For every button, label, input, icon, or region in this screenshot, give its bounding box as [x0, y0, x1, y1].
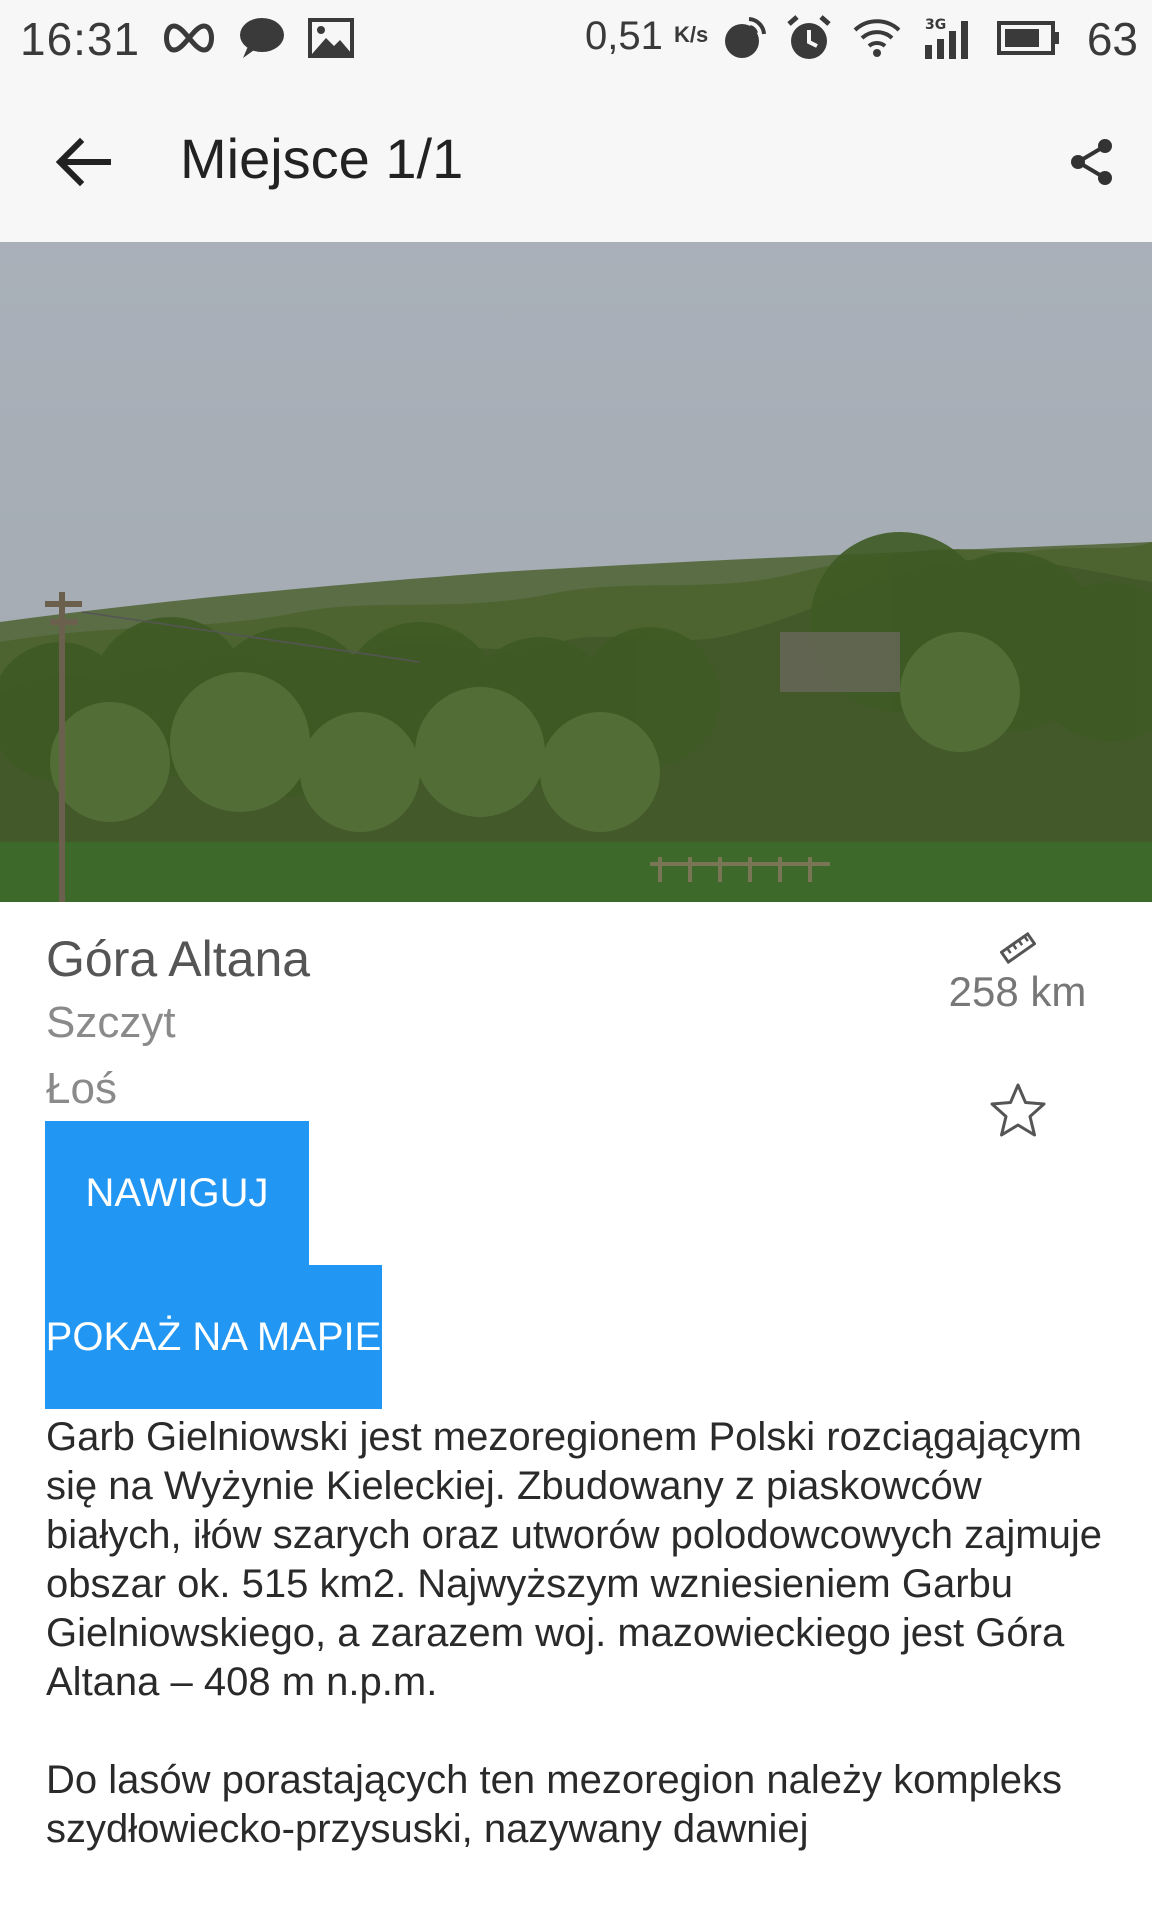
status-time: 16:31: [20, 13, 141, 65]
infinity-icon: [158, 12, 220, 64]
arrow-back-icon: [56, 137, 111, 187]
battery-icon: [996, 12, 1062, 64]
battery-level: 63: [1086, 13, 1138, 65]
alarm-icon: [784, 12, 834, 64]
app-bar: Miejsce 1/1: [0, 80, 1152, 242]
svg-text:3G: 3G: [925, 17, 946, 33]
place-description: Garb Gielniowski jest mezoregionem Polsk…: [46, 1415, 1102, 1851]
place-name: Góra Altana: [46, 931, 311, 987]
back-button[interactable]: [44, 122, 124, 202]
status-bar: 16:31 0,51 K/s 3G 63: [0, 0, 1152, 80]
favorite-button[interactable]: [986, 1078, 1050, 1142]
network-speed: 0,51: [585, 14, 663, 58]
place-type: Szczyt: [46, 998, 176, 1047]
share-icon: [1071, 139, 1112, 185]
star-outline-icon: [990, 1083, 1046, 1137]
signal-icon: 3G: [920, 12, 978, 64]
chat-bubble-icon: [236, 12, 286, 64]
image-icon: [306, 12, 356, 64]
page-title: Miejsce 1/1: [180, 127, 464, 190]
place-area: Łoś: [46, 1064, 117, 1113]
share-button[interactable]: [1052, 122, 1132, 202]
show-on-map-button[interactable]: POKAŻ NA MAPIE: [45, 1265, 382, 1409]
network-speed-unit: K/s: [674, 22, 709, 47]
sync-icon: [720, 12, 770, 64]
place-photo: [0, 242, 1152, 902]
distance-value: 258 km: [948, 968, 1087, 1015]
ruler-icon: [999, 930, 1037, 966]
navigate-button[interactable]: NAWIGUJ: [45, 1121, 309, 1265]
wifi-icon: [852, 12, 902, 64]
